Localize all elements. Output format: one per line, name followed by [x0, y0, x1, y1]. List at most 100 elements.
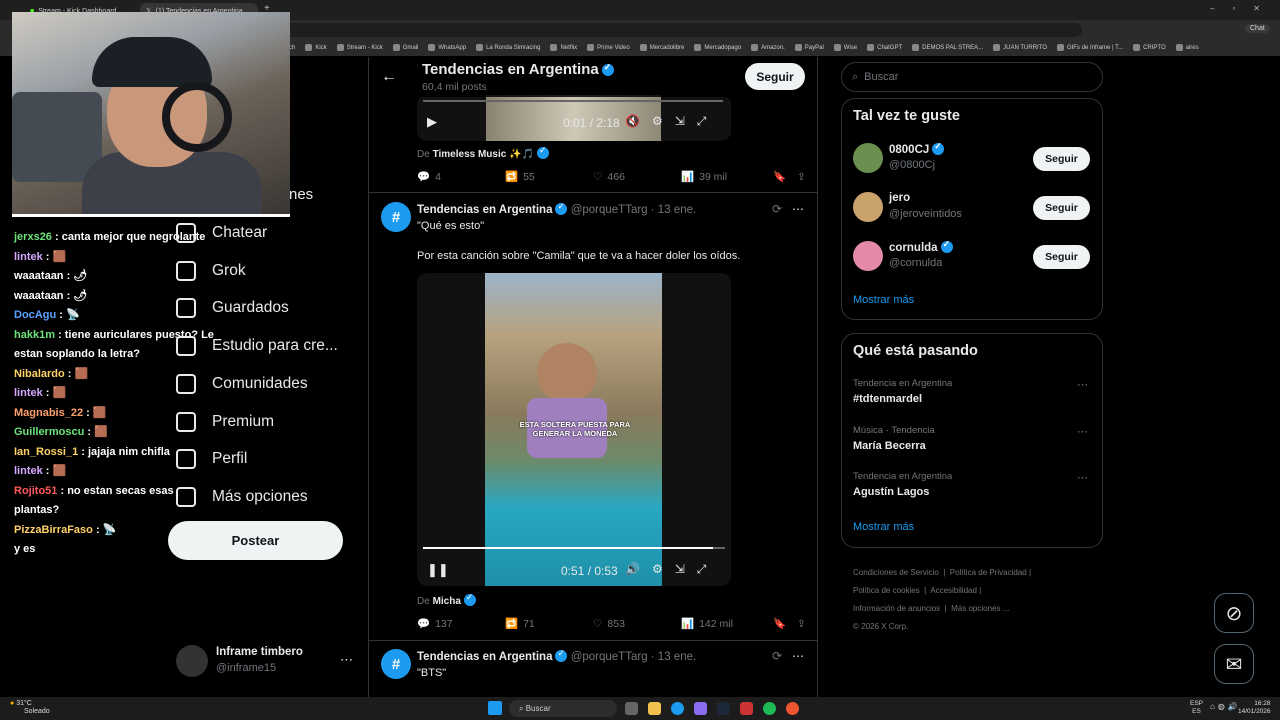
suggestion-avatar[interactable]	[853, 241, 883, 271]
suggestion-name[interactable]: 0800CJ	[889, 141, 945, 156]
bookmark-item[interactable]: Gmail	[392, 44, 418, 51]
footer-link[interactable]: Condiciones de Servicio	[853, 568, 939, 577]
sidebar-item[interactable]: Premium	[176, 410, 274, 434]
sidebar-item[interactable]: Comunidades	[176, 372, 308, 396]
more-icon[interactable]: ⋯	[340, 652, 353, 668]
taskbar-search[interactable]: ⌕ Buscar	[509, 700, 617, 717]
grok-icon[interactable]: ⟳	[772, 202, 782, 216]
post-button[interactable]: Postear	[168, 521, 343, 560]
bookmark-item[interactable]: Amazon.	[751, 44, 785, 51]
bookmark-item[interactable]: Stream - Kick	[336, 44, 383, 51]
app-icon[interactable]	[740, 702, 753, 715]
sidebar-item[interactable]: Chatear	[176, 221, 267, 245]
bookmark-item[interactable]: ChatGPT	[867, 44, 902, 51]
suggestion-name[interactable]: cornulda	[889, 239, 953, 254]
like-button[interactable]: ♡ 466	[593, 170, 681, 183]
grok-icon[interactable]: ⟳	[772, 649, 782, 663]
window-controls[interactable]: –▫✕	[1210, 4, 1278, 13]
sidebar-item[interactable]: Grok	[176, 259, 246, 283]
bookmark-item[interactable]: PayPal	[794, 44, 824, 51]
back-arrow-icon[interactable]: ←	[381, 68, 397, 86]
footer-link[interactable]: Política de cookies	[853, 586, 920, 595]
like-button[interactable]: ♡ 853	[593, 617, 681, 630]
pause-icon[interactable]: ❚❚	[427, 562, 449, 578]
share-icon[interactable]: ⇪	[797, 617, 806, 630]
suggestion-name[interactable]: jero	[889, 192, 910, 204]
suggestion-avatar[interactable]	[853, 143, 883, 173]
task-view-icon[interactable]	[625, 702, 638, 715]
suggestion-avatar[interactable]	[853, 192, 883, 222]
bookmark-item[interactable]: Netflix	[550, 44, 577, 51]
bookmark-item[interactable]: JUAN TURRITO	[993, 44, 1047, 51]
views-button[interactable]: 📊 142 mil	[681, 617, 773, 631]
hashtag-avatar-icon[interactable]: #	[381, 649, 411, 679]
video-player[interactable]: ▶ 0:01 / 2:18 🔇⚙⇲⤢	[417, 95, 731, 141]
footer-link[interactable]: Política de Privacidad	[950, 568, 1027, 577]
chat-button[interactable]: Chat	[1245, 24, 1270, 33]
weather-widget[interactable]: ● 31°C Soleado	[10, 700, 50, 716]
footer-link[interactable]: Más opciones ...	[951, 604, 1009, 613]
follow-button[interactable]: Seguir	[1033, 245, 1090, 269]
trend-name[interactable]: Agustín Lagos	[853, 486, 929, 498]
trend-name[interactable]: #tdtenmardel	[853, 393, 922, 405]
trend-more-icon[interactable]: ⋯	[1077, 425, 1088, 438]
trend-more-icon[interactable]: ⋯	[1077, 471, 1088, 484]
sidebar-item[interactable]: Guardados	[176, 296, 289, 320]
video-player[interactable]: ESTA SOLTERA PUESTA PARA GENERAR LA MONE…	[417, 273, 731, 586]
follow-button[interactable]: Seguir	[1033, 196, 1090, 220]
bookmark-item[interactable]: DEMOS PAL STREA...	[912, 44, 983, 51]
bookmark-item[interactable]: Mercadolibre	[639, 44, 684, 51]
video-progress-track[interactable]	[423, 547, 725, 549]
post-more-icon[interactable]: ⋯	[792, 649, 804, 663]
file-explorer-icon[interactable]	[648, 702, 661, 715]
sidebar-item[interactable]: Estudio para cre...	[176, 334, 338, 358]
bookmark-item[interactable]: WhatsApp	[428, 44, 466, 51]
trend-name[interactable]: María Becerra	[853, 440, 926, 452]
messages-fab-icon[interactable]: ✉	[1214, 644, 1254, 684]
trends-show-more-link[interactable]: Mostrar más	[853, 521, 914, 533]
show-more-link[interactable]: Mostrar más	[853, 294, 914, 306]
repost-button[interactable]: 🔁 55	[505, 170, 593, 184]
reply-button[interactable]: 💬 4	[417, 170, 505, 184]
video-progress[interactable]	[423, 100, 723, 102]
spotify-icon[interactable]	[763, 702, 776, 715]
edge-icon[interactable]	[671, 702, 684, 715]
bookmark-icon[interactable]: 🔖	[773, 617, 797, 630]
bookmark-icon[interactable]: 🔖	[773, 170, 797, 183]
language-indicator[interactable]: ESP ES	[1190, 700, 1203, 716]
steam-icon[interactable]	[717, 702, 730, 715]
app-icon[interactable]	[694, 702, 707, 715]
play-icon[interactable]: ▶	[427, 114, 437, 130]
hashtag-avatar-icon[interactable]: #	[381, 202, 411, 232]
sidebar-item[interactable]: Más opciones	[176, 485, 308, 509]
clock[interactable]: 16:28 14/01/2026	[1238, 700, 1271, 716]
video-controls-icons[interactable]: 🔊⚙⇲⤢	[625, 562, 718, 577]
sidebar-item[interactable]: Perfil	[176, 447, 247, 471]
obs-icon[interactable]	[786, 702, 799, 715]
reply-button[interactable]: 💬 137	[417, 617, 505, 631]
follow-button[interactable]: Seguir	[745, 63, 805, 90]
trend-more-icon[interactable]: ⋯	[1077, 378, 1088, 391]
views-button[interactable]: 📊 39 mil	[681, 170, 773, 184]
bookmark-item[interactable]: CRIPTO	[1133, 44, 1166, 51]
footer-link[interactable]: Información de anuncios	[853, 604, 940, 613]
share-icon[interactable]: ⇪	[797, 170, 806, 183]
search-input[interactable]: ⌕ Buscar	[841, 62, 1103, 92]
bookmark-item[interactable]: Mercadopago	[694, 44, 741, 51]
footer-link[interactable]: Accesibilidad	[930, 586, 977, 595]
bookmark-item[interactable]: GIFs de Inframe | T...	[1056, 44, 1123, 51]
post-date: · 13 ene.	[650, 204, 697, 216]
post-more-icon[interactable]: ⋯	[792, 202, 804, 216]
bookmark-item[interactable]: aires	[1175, 44, 1199, 51]
tray-icons[interactable]: ⌂◍🔊	[1210, 702, 1241, 711]
grok-fab-icon[interactable]: ⊘	[1214, 593, 1254, 633]
account-avatar[interactable]	[176, 645, 208, 677]
bookmark-item[interactable]: Kick	[305, 44, 327, 51]
bookmark-item[interactable]: Wise	[833, 44, 857, 51]
bookmark-item[interactable]: La Ronda Simracing	[476, 44, 540, 51]
follow-button[interactable]: Seguir	[1033, 147, 1090, 171]
video-controls-icons[interactable]: 🔇⚙⇲⤢	[625, 114, 718, 129]
bookmark-item[interactable]: Prime Video	[587, 44, 630, 51]
windows-start-icon[interactable]	[488, 701, 502, 715]
repost-button[interactable]: 🔁 71	[505, 617, 593, 631]
